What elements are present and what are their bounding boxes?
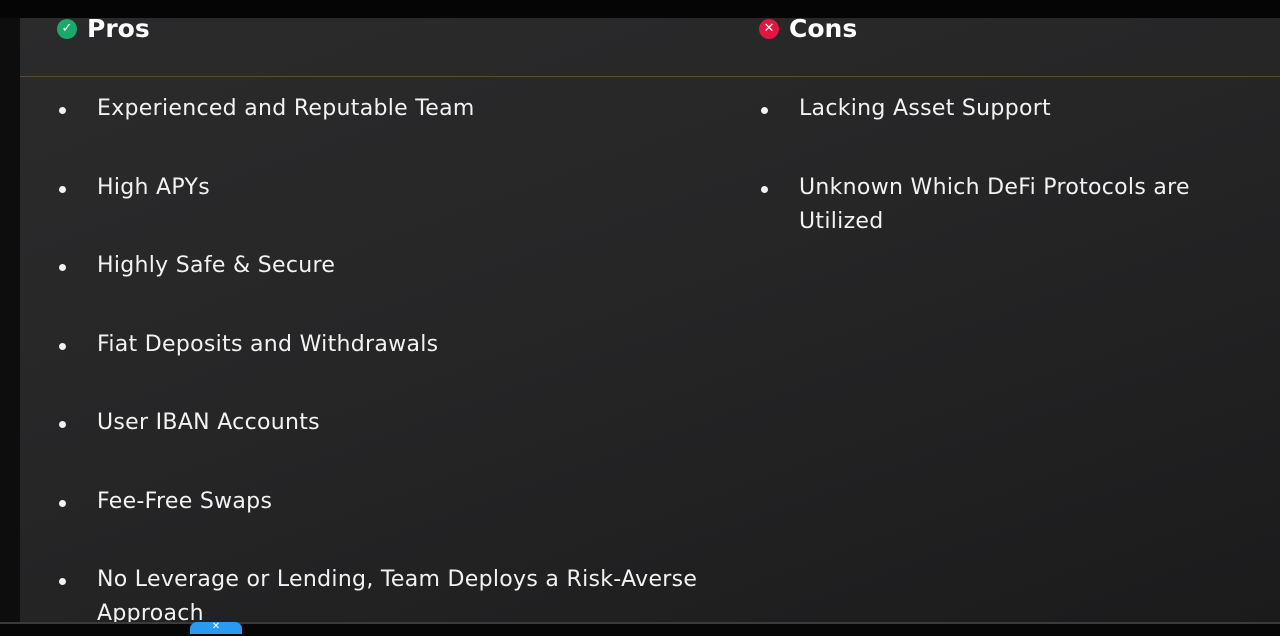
- list-item-text: Fee-Free Swaps: [97, 488, 273, 514]
- bullet-icon: [59, 499, 66, 507]
- list-item: No Leverage or Lending, Team Deploys a R…: [57, 563, 737, 622]
- pros-list: Experienced and Reputable Team High APYs…: [57, 92, 737, 622]
- close-icon: ✕: [211, 621, 221, 632]
- list-item-text: Fiat Deposits and Withdrawals: [97, 331, 439, 357]
- list-item-text: Lacking Asset Support: [799, 96, 1051, 121]
- x-circle-icon: ✕: [759, 19, 779, 39]
- cons-list: Lacking Asset Support Unknown Which DeFi…: [759, 92, 1279, 249]
- list-item-text: No Leverage or Lending, Team Deploys a R…: [97, 567, 698, 622]
- bullet-icon: [59, 264, 66, 271]
- list-item: Fee-Free Swaps: [57, 485, 737, 564]
- check-circle-icon: ✓: [57, 19, 77, 39]
- list-item: User IBAN Accounts: [57, 406, 737, 485]
- pros-heading-label: Pros: [87, 18, 150, 43]
- list-item: Unknown Which DeFi Protocols are Utilize…: [759, 171, 1279, 250]
- list-item-text: User IBAN Accounts: [97, 410, 320, 435]
- bullet-icon: [59, 421, 66, 428]
- bullet-icon: [761, 185, 768, 193]
- pros-cons-panel: ✓ Pros ✕ Cons Experienced and Reputable …: [20, 18, 1280, 622]
- top-bar: [0, 0, 1280, 18]
- cons-heading: ✕ Cons: [759, 18, 858, 43]
- bullet-icon: [59, 107, 66, 114]
- list-item-text: Unknown Which DeFi Protocols are Utilize…: [799, 174, 1190, 234]
- list-item: Fiat Deposits and Withdrawals: [57, 328, 737, 407]
- list-item: Experienced and Reputable Team: [57, 92, 737, 171]
- list-item-text: Highly Safe & Secure: [97, 253, 336, 278]
- panel-header: ✓ Pros ✕ Cons: [20, 18, 1280, 77]
- list-item: Highly Safe & Secure: [57, 249, 737, 328]
- close-tab-button[interactable]: ✕: [190, 622, 242, 634]
- bullet-icon: [59, 578, 66, 585]
- list-item-text: Experienced and Reputable Team: [97, 96, 475, 121]
- cons-heading-label: Cons: [789, 18, 858, 43]
- list-item: High APYs: [57, 171, 737, 250]
- bullet-icon: [59, 185, 66, 193]
- bullet-icon: [59, 342, 66, 350]
- pros-heading: ✓ Pros: [57, 18, 150, 43]
- list-item: Lacking Asset Support: [759, 92, 1279, 171]
- left-edge-strip: [0, 18, 20, 634]
- list-item-text: High APYs: [97, 174, 210, 200]
- bullet-icon: [761, 107, 768, 114]
